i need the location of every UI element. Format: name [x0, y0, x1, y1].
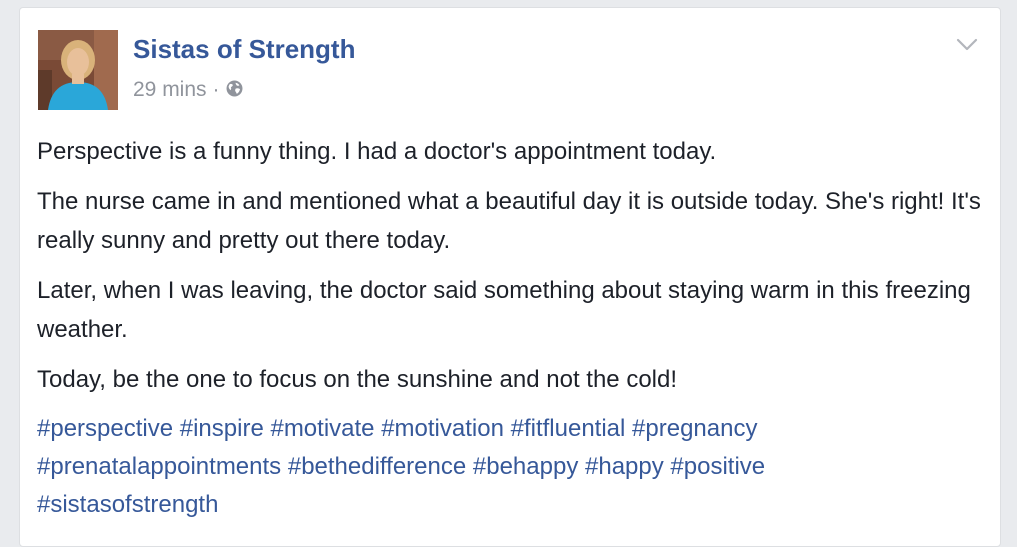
meta-separator: · [212, 78, 220, 101]
post-paragraph: The nurse came in and mentioned what a b… [37, 188, 981, 254]
post-paragraph: Later, when I was leaving, the doctor sa… [37, 277, 971, 343]
hashtag-link[interactable]: #behappy [473, 453, 578, 480]
hashtag-link[interactable]: #perspective [37, 415, 173, 442]
post-body: Perspective is a funny thing. I had a do… [37, 132, 987, 524]
hashtag-link[interactable]: #motivation [381, 415, 504, 442]
globe-icon[interactable] [226, 79, 243, 103]
chevron-down-icon[interactable] [956, 38, 978, 52]
page-name-link[interactable]: Sistas of Strength [133, 34, 355, 65]
hashtag-list: #perspective #inspire #motivate #motivat… [37, 410, 987, 524]
hashtag-link[interactable]: #prenatalappointments [37, 453, 281, 480]
hashtag-link[interactable]: #inspire [180, 415, 264, 442]
timestamp-link[interactable]: 29 mins [133, 78, 207, 102]
hashtag-link[interactable]: #bethedifference [288, 453, 466, 480]
hashtag-link[interactable]: #positive [670, 453, 765, 480]
post-paragraph: Perspective is a funny thing. I had a do… [37, 138, 717, 165]
hashtag-link[interactable]: #happy [585, 453, 664, 480]
post-paragraph: Today, be the one to focus on the sunshi… [37, 366, 678, 393]
hashtag-link[interactable]: #fitfluential [511, 415, 626, 442]
avatar[interactable] [38, 30, 118, 110]
post-card: Sistas of Strength 29 mins · Perspective… [19, 7, 1001, 547]
hashtag-link[interactable]: #pregnancy [632, 415, 757, 442]
hashtag-link[interactable]: #motivate [270, 415, 374, 442]
hashtag-link[interactable]: #sistasofstrength [37, 491, 218, 518]
post-meta: 29 mins · [133, 77, 243, 103]
